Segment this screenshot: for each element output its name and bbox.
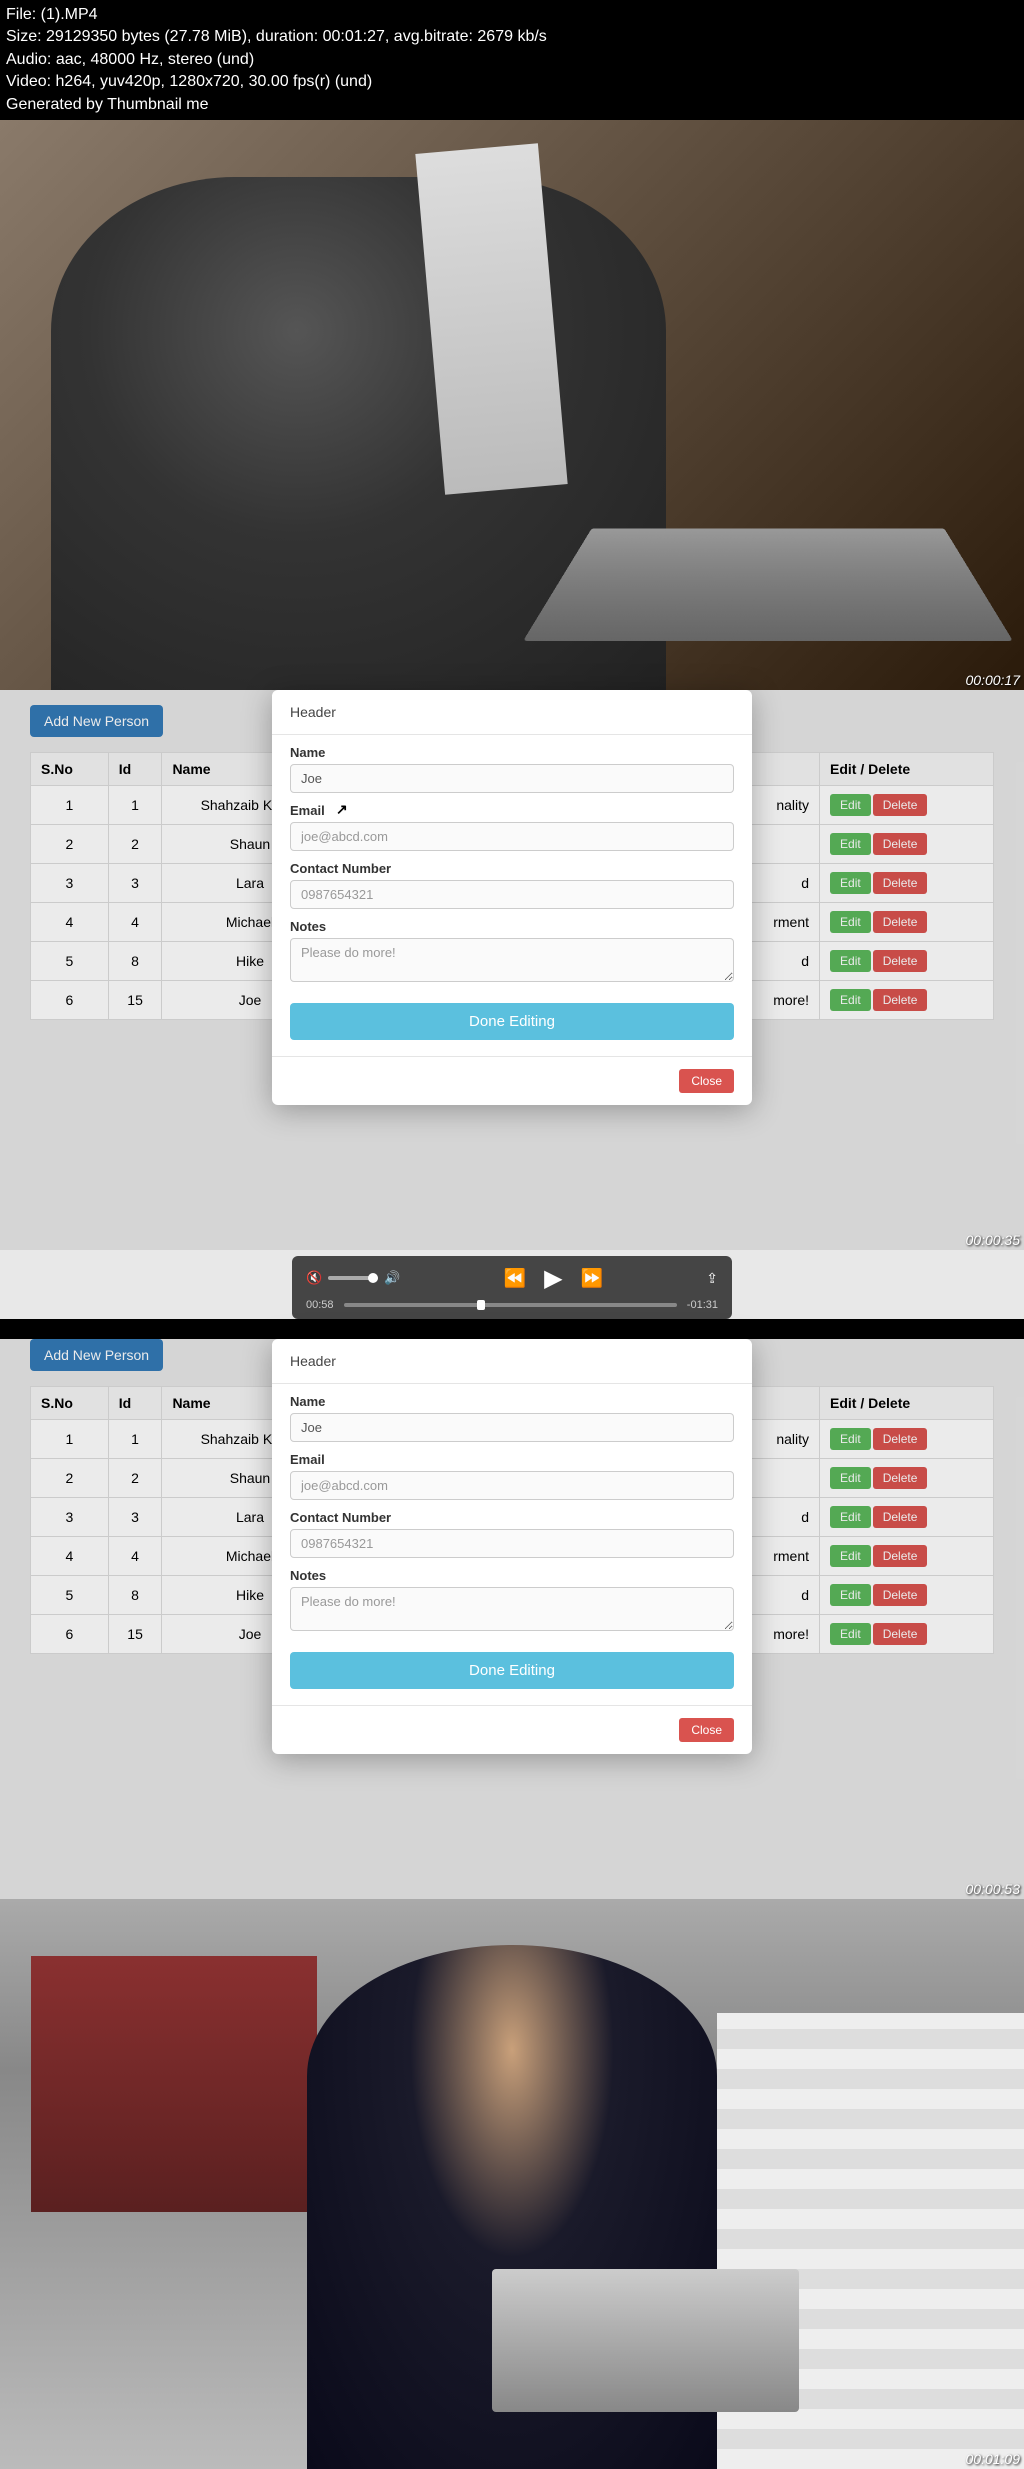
- volume-slider[interactable]: [328, 1276, 378, 1280]
- input-notes[interactable]: Please do more!: [290, 938, 734, 982]
- label-name: Name: [290, 745, 734, 760]
- time-current: 00:58: [306, 1299, 334, 1311]
- generated-line: Generated by Thumbnail me: [6, 94, 1018, 116]
- seek-thumb[interactable]: [477, 1300, 485, 1310]
- forward-button[interactable]: ⏩: [581, 1268, 603, 1289]
- window-shape: [31, 1956, 318, 2213]
- app-screenshot-2: Add New Person S.No Id Name Edit / Delet…: [0, 690, 1024, 1250]
- edit-person-modal: Header Name Email Contact Number: [272, 690, 752, 1105]
- photo-presenter: [0, 1899, 1024, 2469]
- label-email: Email: [290, 803, 734, 818]
- modal-body: Name Email Contact Number Notes Please d…: [272, 1384, 752, 1705]
- input-contact[interactable]: [290, 1529, 734, 1558]
- thumbnail-frame-2: Add New Person S.No Id Name Edit / Delet…: [0, 690, 1024, 1250]
- video-line: Video: h264, yuv420p, 1280x720, 30.00 fp…: [6, 71, 1018, 93]
- modal-header: Header: [272, 690, 752, 735]
- seek-row: 00:58 -01:31: [306, 1299, 718, 1311]
- input-notes[interactable]: Please do more!: [290, 1587, 734, 1631]
- volume-thumb[interactable]: [368, 1273, 378, 1283]
- modal-body: Name Email Contact Number Notes Please d…: [272, 735, 752, 1056]
- play-button[interactable]: ▶: [544, 1264, 562, 1293]
- modal-footer: Close: [272, 1056, 752, 1105]
- photo-businessman: [0, 120, 1024, 690]
- player-wrap: 🔇 🔊 ⏪ ▶ ⏩ ⇪ 00:58 -01:31: [0, 1250, 1024, 1319]
- cursor-icon: [336, 801, 348, 818]
- label-notes: Notes: [290, 1568, 734, 1583]
- input-email[interactable]: [290, 822, 734, 851]
- input-email[interactable]: [290, 1471, 734, 1500]
- file-line: File: (1).MP4: [6, 4, 1018, 26]
- edit-person-modal: Header Name Email Contact Number: [272, 1339, 752, 1754]
- timestamp-2: 00:00:35: [966, 1232, 1021, 1248]
- transport-controls: ⏪ ▶ ⏩: [504, 1264, 603, 1293]
- file-metadata-header: File: (1).MP4 Size: 29129350 bytes (27.7…: [0, 0, 1024, 120]
- laptop-shape: [523, 529, 1013, 642]
- mute-icon[interactable]: 🔇: [306, 1270, 322, 1286]
- input-name[interactable]: [290, 764, 734, 793]
- rewind-button[interactable]: ⏪: [504, 1268, 526, 1289]
- audio-line: Audio: aac, 48000 Hz, stereo (und): [6, 49, 1018, 71]
- modal-overlay: Header Name Email Contact Number: [0, 1339, 1024, 1899]
- share-icon[interactable]: ⇪: [706, 1270, 718, 1287]
- input-contact[interactable]: [290, 880, 734, 909]
- label-notes: Notes: [290, 919, 734, 934]
- modal-header: Header: [272, 1339, 752, 1384]
- done-editing-button[interactable]: Done Editing: [290, 1003, 734, 1040]
- modal-overlay: Header Name Email Contact Number: [0, 690, 1024, 1250]
- thumbnail-frame-3: 🔇 🔊 ⏪ ▶ ⏩ ⇪ 00:58 -01:31 Add New Person: [0, 1250, 1024, 1899]
- input-name[interactable]: [290, 1413, 734, 1442]
- thumbnail-frame-1: 00:00:17: [0, 120, 1024, 690]
- done-editing-button[interactable]: Done Editing: [290, 1652, 734, 1689]
- app-screenshot-3: Add New Person S.No Id Name Edit / Delet…: [0, 1339, 1024, 1899]
- volume-icon[interactable]: 🔊: [384, 1270, 400, 1286]
- label-contact: Contact Number: [290, 861, 734, 876]
- close-button[interactable]: Close: [679, 1069, 734, 1093]
- seek-slider[interactable]: [344, 1303, 677, 1307]
- timestamp-3: 00:00:53: [966, 1881, 1021, 1897]
- label-contact: Contact Number: [290, 1510, 734, 1525]
- time-remaining: -01:31: [687, 1299, 718, 1311]
- media-player: 🔇 🔊 ⏪ ▶ ⏩ ⇪ 00:58 -01:31: [292, 1256, 732, 1319]
- label-email: Email: [290, 1452, 734, 1467]
- modal-footer: Close: [272, 1705, 752, 1754]
- size-line: Size: 29129350 bytes (27.78 MiB), durati…: [6, 26, 1018, 48]
- laptop-shape: [492, 2269, 799, 2412]
- close-button[interactable]: Close: [679, 1718, 734, 1742]
- label-name: Name: [290, 1394, 734, 1409]
- timestamp-1: 00:00:17: [966, 672, 1021, 688]
- volume-group[interactable]: 🔇 🔊: [306, 1270, 400, 1286]
- timestamp-4: 00:01:09: [966, 2451, 1021, 2467]
- thumbnail-frame-4: 00:01:09: [0, 1899, 1024, 2469]
